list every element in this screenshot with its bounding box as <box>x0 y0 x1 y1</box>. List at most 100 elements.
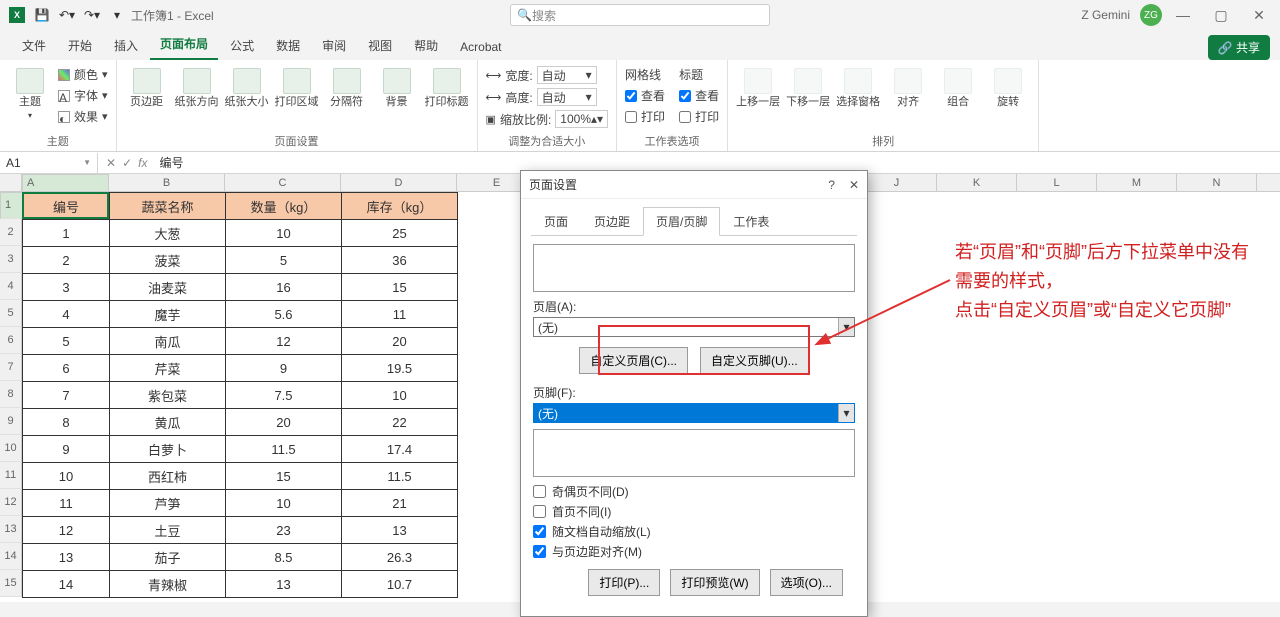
col-header-J[interactable]: J <box>857 174 937 192</box>
custom-header-button[interactable]: 自定义页眉(C)... <box>579 347 688 374</box>
redo-icon[interactable]: ↷▾ <box>81 4 103 26</box>
dlg-preview-button[interactable]: 打印预览(W) <box>670 569 759 596</box>
row-header-10[interactable]: 10 <box>0 435 22 462</box>
maximize-icon[interactable]: ▢ <box>1204 2 1238 28</box>
tab-review[interactable]: 审阅 <box>312 31 356 60</box>
table-header[interactable]: 数量（kg） <box>226 193 342 220</box>
grid-print-checkbox[interactable]: 打印 <box>625 108 665 125</box>
table-row[interactable]: 9白萝卜11.517.4 <box>23 436 458 463</box>
alignmargins-checkbox[interactable]: 与页边距对齐(M) <box>533 543 855 560</box>
col-header-A[interactable]: A <box>22 174 109 192</box>
grid-view-checkbox[interactable]: 查看 <box>625 87 665 104</box>
enter-icon[interactable]: ✓ <box>122 156 132 170</box>
row-header-2[interactable]: 2 <box>0 219 22 246</box>
dlg-options-button[interactable]: 选项(O)... <box>770 569 843 596</box>
dlg-tab-headerfooter[interactable]: 页眉/页脚 <box>643 207 720 236</box>
table-row[interactable]: 7紫包菜7.510 <box>23 382 458 409</box>
effects-button[interactable]: ◐效果 ▾ <box>58 108 108 125</box>
table-row[interactable]: 1大葱1025 <box>23 220 458 247</box>
table-row[interactable]: 2菠菜536 <box>23 247 458 274</box>
row-header-9[interactable]: 9 <box>0 408 22 435</box>
orientation-button[interactable]: 纸张方向 <box>175 64 219 109</box>
col-header-D[interactable]: D <box>341 174 457 192</box>
table-row[interactable]: 10西红柿1511.5 <box>23 463 458 490</box>
footer-combo[interactable]: (无)▾ <box>533 403 855 423</box>
minimize-icon[interactable]: — <box>1166 2 1200 28</box>
share-button[interactable]: 🔗 共享 <box>1208 35 1270 60</box>
table-header[interactable]: 蔬菜名称 <box>110 193 226 220</box>
close-icon[interactable]: ✕ <box>1242 2 1276 28</box>
tab-pagelayout[interactable]: 页面布局 <box>150 29 218 60</box>
header-combo[interactable]: (无)▾ <box>533 317 855 337</box>
head-view-checkbox[interactable]: 查看 <box>679 87 719 104</box>
col-header-K[interactable]: K <box>937 174 1017 192</box>
table-header[interactable]: 库存（kg） <box>342 193 458 220</box>
tab-insert[interactable]: 插入 <box>104 31 148 60</box>
head-print-checkbox[interactable]: 打印 <box>679 108 719 125</box>
user-avatar[interactable]: ZG <box>1140 4 1162 26</box>
dlg-tab-page[interactable]: 页面 <box>531 207 581 236</box>
row-header-4[interactable]: 4 <box>0 273 22 300</box>
col-header-O[interactable]: O <box>1257 174 1280 192</box>
dlg-print-button[interactable]: 打印(P)... <box>588 569 660 596</box>
tab-home[interactable]: 开始 <box>58 31 102 60</box>
odd-even-checkbox[interactable]: 奇偶页不同(D) <box>533 483 855 500</box>
undo-icon[interactable]: ↶▾ <box>56 4 78 26</box>
printtitles-button[interactable]: 打印标题 <box>425 64 469 109</box>
fx-icon[interactable]: fx <box>138 156 147 170</box>
row-header-3[interactable]: 3 <box>0 246 22 273</box>
tab-help[interactable]: 帮助 <box>404 31 448 60</box>
row-header-5[interactable]: 5 <box>0 300 22 327</box>
margins-button[interactable]: 页边距 <box>125 64 169 109</box>
col-header-N[interactable]: N <box>1177 174 1257 192</box>
row-header-12[interactable]: 12 <box>0 489 22 516</box>
dlg-tab-margins[interactable]: 页边距 <box>581 207 643 236</box>
table-row[interactable]: 13茄子8.526.3 <box>23 544 458 571</box>
dialog-close-icon[interactable]: ✕ <box>849 178 859 192</box>
tab-file[interactable]: 文件 <box>12 31 56 60</box>
custom-footer-button[interactable]: 自定义页脚(U)... <box>700 347 809 374</box>
width-select[interactable]: ⟷ 宽度:自动▾ <box>486 66 609 84</box>
table-row[interactable]: 11芦笋1021 <box>23 490 458 517</box>
printarea-button[interactable]: 打印区域 <box>275 64 319 109</box>
col-header-C[interactable]: C <box>225 174 341 192</box>
col-header-L[interactable]: L <box>1017 174 1097 192</box>
scale-spinner[interactable]: ▣ 缩放比例:100%▴▾ <box>486 110 609 128</box>
name-box[interactable]: A1▼ <box>0 153 98 173</box>
row-header-8[interactable]: 8 <box>0 381 22 408</box>
row-header-11[interactable]: 11 <box>0 462 22 489</box>
tab-view[interactable]: 视图 <box>358 31 402 60</box>
save-icon[interactable]: 💾 <box>31 4 53 26</box>
row-headers[interactable]: 123456789101112131415 <box>0 192 22 597</box>
height-select[interactable]: ⟷ 高度:自动▾ <box>486 88 609 106</box>
table-row[interactable]: 8黄瓜2022 <box>23 409 458 436</box>
row-header-13[interactable]: 13 <box>0 516 22 543</box>
row-header-15[interactable]: 15 <box>0 570 22 597</box>
table-row[interactable]: 14青辣椒1310.7 <box>23 571 458 598</box>
table-row[interactable]: 5南瓜1220 <box>23 328 458 355</box>
search-input[interactable]: 🔍 搜索 <box>510 4 770 26</box>
row-header-6[interactable]: 6 <box>0 327 22 354</box>
table-row[interactable]: 6芹菜919.5 <box>23 355 458 382</box>
dialog-help-icon[interactable]: ? <box>828 178 835 192</box>
themes-button[interactable]: 主题▾ <box>8 64 52 121</box>
dialog-titlebar[interactable]: 页面设置 ?✕ <box>521 171 867 199</box>
table-row[interactable]: 12土豆2313 <box>23 517 458 544</box>
colors-button[interactable]: 颜色 ▾ <box>58 66 108 83</box>
background-button[interactable]: 背景 <box>375 64 419 109</box>
row-header-14[interactable]: 14 <box>0 543 22 570</box>
tab-data[interactable]: 数据 <box>266 31 310 60</box>
table-row[interactable]: 4魔芋5.611 <box>23 301 458 328</box>
fonts-button[interactable]: A字体 ▾ <box>58 87 108 104</box>
col-header-B[interactable]: B <box>109 174 225 192</box>
formula-value[interactable]: 编号 <box>155 154 183 171</box>
col-header-M[interactable]: M <box>1097 174 1177 192</box>
cancel-icon[interactable]: ✕ <box>106 156 116 170</box>
firstpage-checkbox[interactable]: 首页不同(I) <box>533 503 855 520</box>
qat-more-icon[interactable]: ▾ <box>106 4 128 26</box>
scalewithdoc-checkbox[interactable]: 随文档自动缩放(L) <box>533 523 855 540</box>
dlg-tab-sheet[interactable]: 工作表 <box>720 207 782 236</box>
row-header-7[interactable]: 7 <box>0 354 22 381</box>
tab-acrobat[interactable]: Acrobat <box>450 34 511 60</box>
breaks-button[interactable]: 分隔符 <box>325 64 369 109</box>
